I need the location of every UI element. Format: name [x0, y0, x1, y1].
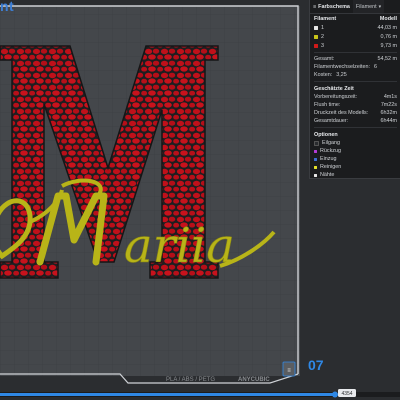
filament-id: 3 — [321, 42, 324, 49]
flush-time-stat: Flush time: 7m22s — [310, 101, 400, 109]
option-label: Eilgang — [322, 140, 340, 146]
option-label: Einzug — [320, 156, 337, 162]
total-time-stat: Gesamtdauer: 6h44m — [310, 117, 400, 125]
move-slider-handle — [332, 391, 338, 398]
option-label: Reinigen — [320, 164, 342, 170]
print-time-stat: Druckzeit des Modells: 6h32m — [310, 109, 400, 117]
option-swatch — [314, 173, 317, 177]
corner-title-fragment: nt — [0, 0, 15, 14]
option-travel[interactable]: Eilgang — [310, 139, 400, 147]
cost-label: Kosten: — [314, 72, 333, 78]
move-slider-value: 4354 — [341, 391, 352, 397]
option-wipe[interactable]: Reinigen — [310, 163, 400, 171]
filament-swatch — [314, 34, 318, 39]
move-slider-fill — [0, 393, 335, 396]
option-swatch — [314, 157, 317, 161]
col-header-filament: Filament — [314, 16, 337, 22]
plate-material-label: PLA / ABS / PETG — [166, 377, 215, 383]
filament-row: 2 0,76 m — [310, 32, 400, 41]
filament-row: 1 44,03 m — [310, 23, 400, 32]
svg-text:≡: ≡ — [287, 368, 291, 374]
filament-length: 9,73 m — [380, 42, 397, 49]
model-text-label: ariia — [124, 218, 235, 274]
changes-label: Filamentwechselzeiten: — [314, 64, 371, 70]
layer-number: 07 — [308, 357, 324, 373]
filament-length: 0,76 m — [380, 33, 397, 40]
print-time-label: Druckzeit des Modells: — [314, 110, 369, 116]
prep-time-value: 4m1s — [383, 94, 397, 100]
option-deretract[interactable]: Einzug — [310, 155, 400, 163]
total-time-label: Gesamtdauer: — [314, 118, 349, 124]
cost-stat: Kosten: 3,25 — [310, 71, 400, 79]
time-section-title: Geschätzte Zeit — [314, 86, 354, 92]
slice-legend-panel: ≡ Farbschema Filament ▾ Filament Modell … — [309, 0, 400, 179]
tab-filament-label: Filament — [355, 3, 377, 10]
option-label: Rückzug — [320, 148, 341, 154]
filament-row: 3 9,73 m — [310, 41, 400, 50]
option-swatch — [314, 140, 319, 146]
flush-time-label: Flush time: — [314, 102, 341, 108]
cost-value: 3,25 — [336, 72, 347, 78]
filament-length: 44,03 m — [377, 24, 397, 31]
changes-stat: Filamentwechselzeiten: 6 — [310, 63, 400, 71]
option-retract[interactable]: Rückzug — [310, 147, 400, 155]
filament-id: 1 — [321, 24, 324, 31]
filament-id: 2 — [321, 33, 324, 40]
menu-icon: ≡ — [313, 3, 317, 10]
total-value: 54,52 m — [377, 56, 397, 62]
tab-color-scheme-label: Farbschema — [318, 3, 350, 10]
chevron-down-icon: ▾ — [378, 3, 382, 10]
option-label: Nähte — [320, 172, 335, 178]
options-section-title: Optionen — [314, 132, 338, 138]
total-time-value: 6h44m — [380, 118, 397, 124]
filament-swatch — [314, 43, 318, 48]
option-seams[interactable]: Nähte — [310, 171, 400, 179]
total-stat: Gesamt: 54,52 m — [310, 55, 400, 63]
print-time-value: 6h32m — [380, 110, 397, 116]
prep-time-stat: Vorbereitungszeit: 4m1s — [310, 93, 400, 101]
prep-time-label: Vorbereitungszeit: — [314, 94, 358, 100]
total-label: Gesamt: — [314, 56, 335, 62]
flush-time-value: 7m22s — [380, 102, 397, 108]
tab-filament[interactable]: Filament ▾ — [352, 0, 385, 13]
tab-color-scheme[interactable]: ≡ Farbschema — [310, 0, 353, 13]
plate-brand-label: ANYCUBIC — [238, 377, 270, 383]
filament-swatch — [314, 25, 318, 30]
option-swatch — [314, 149, 317, 153]
option-swatch — [314, 165, 317, 169]
col-header-model: Modell — [379, 16, 397, 22]
changes-value: 6 — [374, 64, 378, 70]
